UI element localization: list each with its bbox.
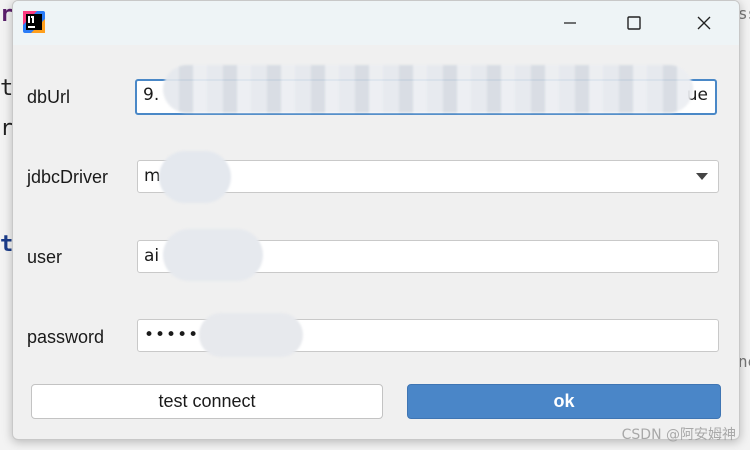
user-value: ai: [144, 246, 160, 266]
close-button[interactable]: [681, 1, 727, 45]
minimize-button[interactable]: [547, 1, 593, 45]
minimize-icon: [564, 22, 576, 24]
jdbc-driver-label: jdbcDriver: [27, 167, 109, 187]
dburl-label: dbUrl: [27, 87, 71, 107]
title-bar: [13, 1, 739, 45]
chevron-down-icon[interactable]: [696, 173, 708, 180]
redacted-dburl: [163, 65, 693, 113]
redacted-password: [199, 313, 303, 357]
user-label: user: [27, 247, 63, 267]
password-label: password: [27, 327, 105, 347]
ok-button[interactable]: ok: [407, 384, 721, 419]
connection-dialog: dbUrl 9. ue jdbcDriver m user ai passwor…: [12, 0, 740, 440]
close-icon: [697, 16, 711, 30]
test-connect-button[interactable]: test connect: [31, 384, 383, 419]
redacted-jdbc-driver: [159, 151, 231, 203]
redacted-user: [163, 229, 263, 281]
watermark: CSDN @阿安姆神: [621, 427, 736, 443]
intellij-app-icon: [23, 11, 45, 33]
maximize-button[interactable]: [611, 1, 657, 45]
maximize-icon: [627, 16, 641, 30]
dburl-value-start: 9.: [143, 85, 160, 105]
